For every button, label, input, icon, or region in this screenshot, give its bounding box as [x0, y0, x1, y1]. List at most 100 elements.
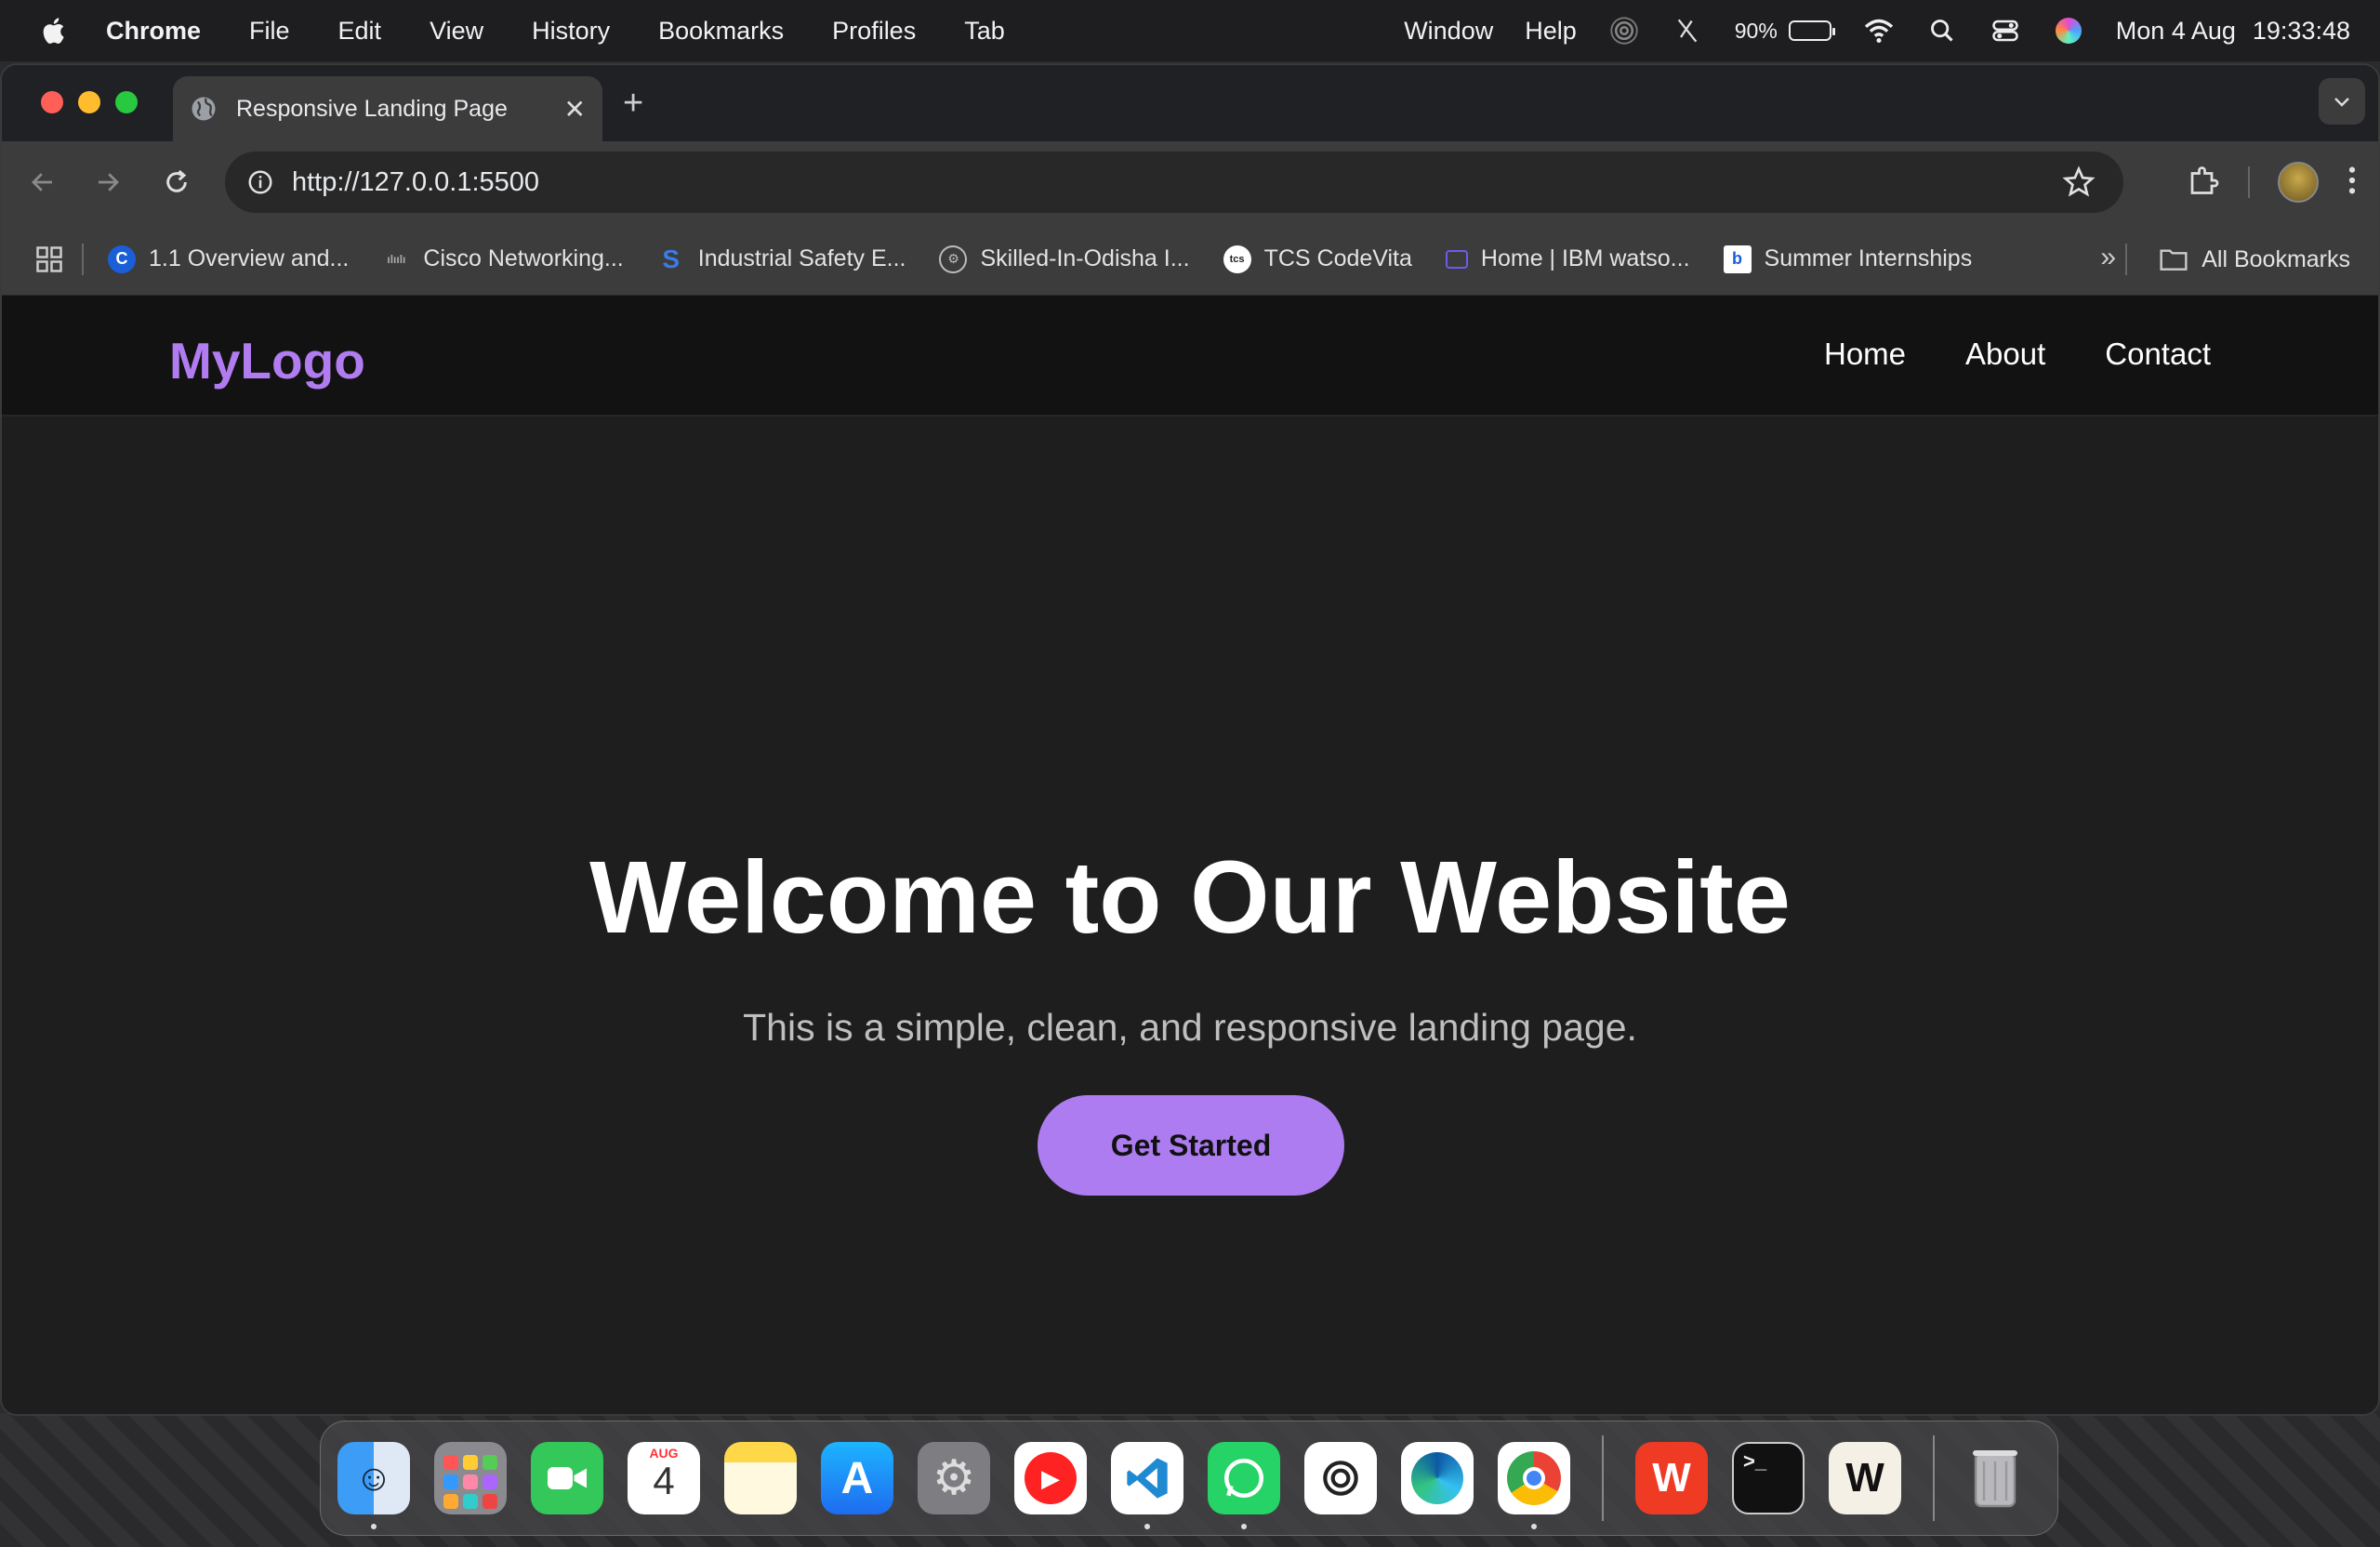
notes-icon[interactable]: [724, 1442, 797, 1514]
all-bookmarks-label: All Bookmarks: [2202, 245, 2350, 272]
web-page: Welcome to Our Website This is a simple,…: [2, 296, 2378, 1414]
url-text[interactable]: http://127.0.0.1:5500: [292, 167, 2062, 198]
bookmark-label: Summer Internships: [1764, 245, 1973, 271]
apple-icon[interactable]: [39, 15, 71, 46]
dock: ☺ AUG 4 A ⚙ ▶ W >_ W: [320, 1421, 2058, 1536]
app-store-icon[interactable]: A: [821, 1442, 893, 1514]
cisco-icon: ılıılı: [387, 252, 406, 266]
menu-date[interactable]: Mon 4 Aug: [2116, 17, 2236, 46]
finder-icon[interactable]: ☺: [337, 1442, 410, 1529]
launchpad-icon[interactable]: [434, 1442, 507, 1514]
forward-button[interactable]: [87, 162, 128, 203]
folder-icon: [2160, 249, 2188, 271]
bookmark-item[interactable]: S Industrial Safety E...: [657, 245, 906, 273]
bookmark-item[interactable]: Home | IBM watso...: [1445, 245, 1690, 272]
youtube-music-icon[interactable]: ▶: [1014, 1442, 1087, 1514]
menu-app-name[interactable]: Chrome: [106, 17, 201, 46]
whatsapp-icon[interactable]: [1208, 1442, 1280, 1529]
vscode-icon[interactable]: [1111, 1442, 1183, 1529]
reload-button[interactable]: [156, 162, 197, 203]
bookmark-label: TCS CodeVita: [1263, 245, 1412, 271]
globe-icon: [192, 97, 216, 121]
window-controls: [41, 91, 152, 113]
control-center-icon[interactable]: [1990, 15, 2021, 46]
tab-strip: Responsive Landing Page ✕ +: [2, 65, 2378, 141]
new-tab-button[interactable]: +: [623, 84, 643, 124]
more-menu-icon[interactable]: [2347, 165, 2358, 201]
bookmark-item[interactable]: ılıılı Cisco Networking...: [382, 245, 623, 273]
bookmark-label: Home | IBM watso...: [1480, 245, 1690, 271]
toolbar-right: [2159, 141, 2358, 223]
tab-search-button[interactable]: [2319, 78, 2365, 125]
menu-help[interactable]: Help: [1525, 17, 1577, 46]
facetime-icon[interactable]: [531, 1442, 603, 1514]
calendar-icon[interactable]: AUG 4: [628, 1442, 700, 1514]
extensions-icon[interactable]: [2187, 164, 2220, 202]
bookmark-item[interactable]: C 1.1 Overview and...: [108, 245, 349, 273]
menu-tab[interactable]: Tab: [964, 17, 1005, 46]
menu-history[interactable]: History: [532, 17, 610, 46]
trash-icon[interactable]: [1959, 1442, 2031, 1514]
all-bookmarks-button[interactable]: All Bookmarks: [2159, 223, 2350, 296]
siri-icon[interactable]: [2053, 15, 2084, 46]
site-info-icon[interactable]: [240, 162, 281, 203]
menu-view[interactable]: View: [430, 17, 483, 46]
chrome-icon[interactable]: [1498, 1442, 1570, 1529]
pen-slash-icon[interactable]: [1672, 15, 1703, 46]
nav-home-link[interactable]: Home: [1824, 337, 1906, 372]
chatgpt-icon[interactable]: [1304, 1442, 1377, 1514]
bookmarks-divider: [2125, 244, 2127, 275]
bookmark-item[interactable]: tcs TCS CodeVita: [1223, 245, 1412, 273]
hero-title: Welcome to Our Website: [589, 840, 1791, 955]
warp-icon[interactable]: W: [1829, 1442, 1901, 1514]
tab-close-icon[interactable]: ✕: [564, 94, 586, 125]
menu-file[interactable]: File: [249, 17, 290, 46]
apps-grid-icon[interactable]: [35, 245, 63, 273]
nav-about-link[interactable]: About: [1965, 337, 2045, 372]
calendar-day: 4: [653, 1459, 675, 1502]
airdrop-icon[interactable]: [1608, 15, 1640, 46]
minimize-window-button[interactable]: [78, 91, 100, 113]
wps-office-icon[interactable]: W: [1635, 1442, 1708, 1514]
back-button[interactable]: [22, 162, 63, 203]
menu-time[interactable]: 19:33:48: [2253, 17, 2350, 46]
arrow-right-icon: [99, 173, 119, 192]
menu-bookmarks[interactable]: Bookmarks: [658, 17, 784, 46]
dock-divider: [1933, 1435, 1935, 1521]
bookmarks-divider: [82, 243, 84, 275]
terminal-icon[interactable]: >_: [1732, 1442, 1805, 1514]
tcs-icon: tcs: [1223, 245, 1251, 273]
address-bar[interactable]: http://127.0.0.1:5500: [225, 152, 2123, 213]
site-logo[interactable]: MyLogo: [169, 331, 365, 390]
close-window-button[interactable]: [41, 91, 63, 113]
reload-icon: [166, 169, 187, 192]
zoom-window-button[interactable]: [115, 91, 138, 113]
ibm-icon: [1445, 249, 1468, 269]
search-icon[interactable]: [1926, 15, 1958, 46]
toolbar-divider: [2248, 166, 2250, 198]
battery-percent: 90%: [1734, 18, 1778, 43]
arrow-left-icon: [32, 173, 52, 192]
menu-window[interactable]: Window: [1404, 17, 1493, 46]
profile-avatar[interactable]: [2278, 162, 2319, 203]
bookmark-item[interactable]: b Summer Internships: [1723, 245, 1973, 273]
c-icon: C: [108, 245, 136, 273]
site-header: MyLogo Home About Contact: [2, 296, 2378, 416]
bookmark-star-icon[interactable]: [2062, 165, 2096, 199]
battery-status[interactable]: 90%: [1734, 18, 1835, 44]
tab-active[interactable]: Responsive Landing Page ✕: [173, 76, 602, 141]
tab-title: Responsive Landing Page: [236, 95, 508, 122]
system-settings-icon[interactable]: ⚙: [918, 1442, 990, 1514]
edge-icon[interactable]: [1401, 1442, 1474, 1514]
bookmark-item[interactable]: ⚙ Skilled-In-Odisha I...: [939, 245, 1190, 273]
wifi-icon[interactable]: [1863, 15, 1895, 46]
bookmark-label: Cisco Networking...: [423, 245, 624, 271]
nav-contact-link[interactable]: Contact: [2105, 337, 2211, 372]
bookmark-label: Skilled-In-Odisha I...: [980, 245, 1190, 271]
more-bookmarks-icon[interactable]: »: [2100, 242, 2116, 273]
menu-edit[interactable]: Edit: [338, 17, 382, 46]
battery-icon: [1788, 20, 1835, 41]
menu-profiles[interactable]: Profiles: [832, 17, 916, 46]
get-started-button[interactable]: Get Started: [1038, 1095, 1344, 1196]
hero-subtitle: This is a simple, clean, and responsive …: [743, 1006, 1637, 1049]
